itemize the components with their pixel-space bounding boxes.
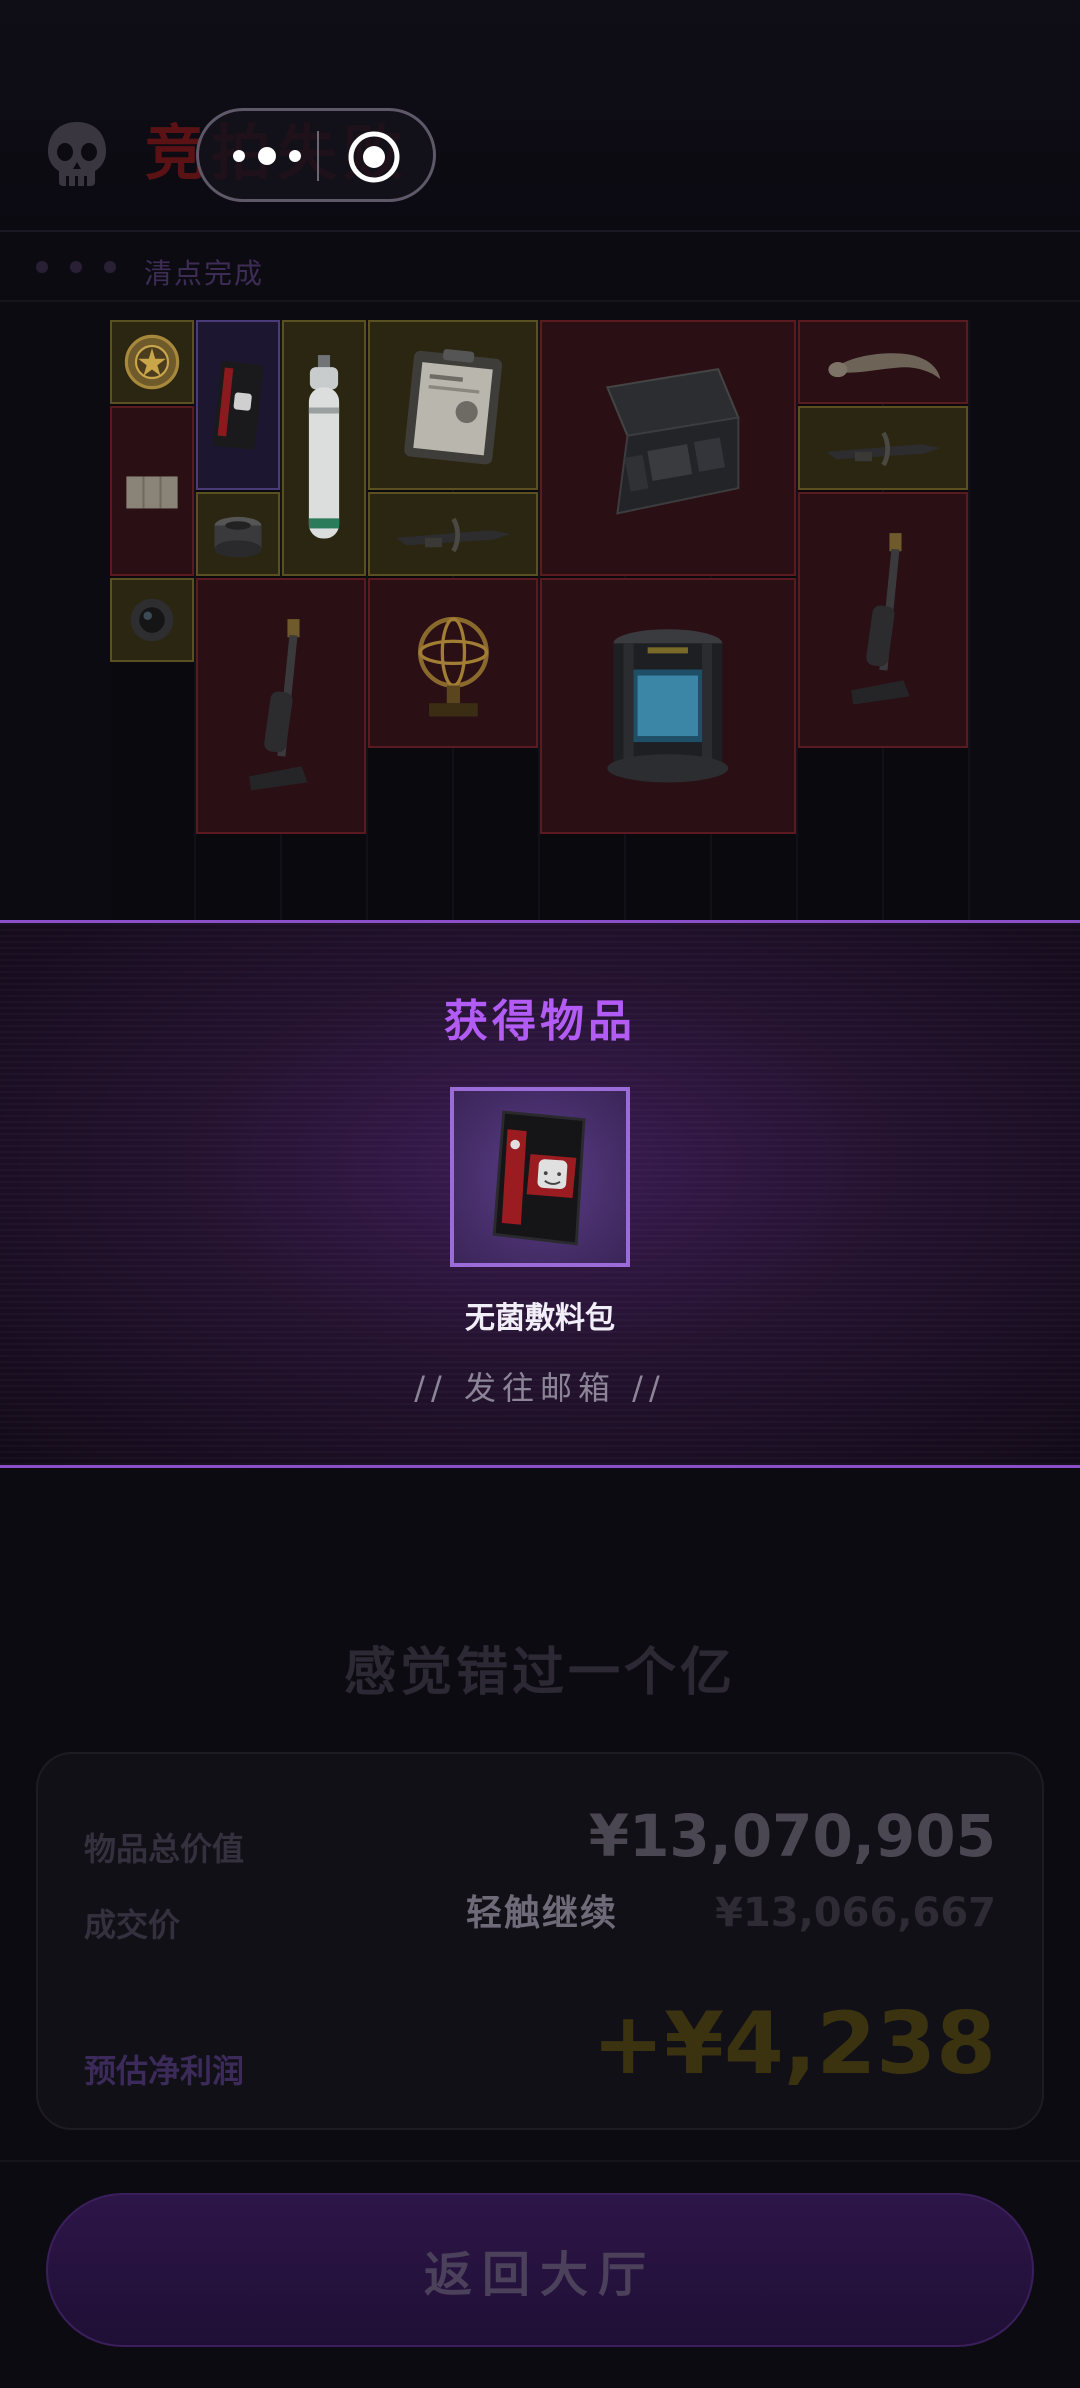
bottom-divider [0, 2160, 1080, 2162]
target-close-icon[interactable] [347, 130, 401, 184]
inventory-item-emblem-medal[interactable] [110, 320, 194, 404]
header-bar: 竞拍失败 [0, 0, 1080, 230]
inventory-item-crossbow[interactable] [798, 406, 968, 490]
inventory-item-crossbow[interactable] [368, 492, 538, 576]
more-dots-icon[interactable] [231, 144, 303, 168]
clipboard-icon [403, 348, 502, 464]
armillary-sphere-icon [417, 616, 489, 717]
back-to-lobby-button[interactable]: 返回大厅 [46, 2193, 1034, 2347]
deal-price: ¥13,066,667 [715, 1890, 996, 1936]
progress-text: 清点完成 [144, 257, 265, 290]
mini-program-capsule[interactable] [196, 108, 436, 202]
inventory-item-paper-map[interactable] [110, 406, 194, 576]
dressing-pack-icon [212, 360, 264, 450]
progress-dot [36, 261, 48, 273]
settlement-card[interactable]: 物品总价值 ¥13,070,905 成交价 轻触继续 ¥13,066,667 预… [36, 1752, 1044, 2130]
progress-dot [104, 261, 116, 273]
inventory-item-fossil-claw[interactable] [798, 320, 968, 404]
inventory-item-vacuum-cleaner[interactable] [798, 492, 968, 748]
fossil-claw-icon [827, 353, 940, 380]
vacuum-cleaner-icon [248, 619, 308, 791]
send-to-mailbox-text: // 发往邮箱 // [414, 1369, 666, 1407]
skull-icon [48, 122, 106, 186]
medal-icon [124, 334, 180, 390]
obtained-item-name: 无菌敷料包 [465, 1301, 615, 1336]
obtained-item-frame[interactable] [450, 1087, 630, 1267]
inventory-item-gas-mask-filter[interactable] [196, 492, 280, 576]
total-value-label: 物品总价值 [84, 1830, 245, 1868]
inventory-item-oxygen-tank[interactable] [282, 320, 366, 576]
header-divider [0, 230, 1080, 232]
progress-dot [70, 261, 82, 273]
oxygen-tank-icon [308, 355, 340, 539]
vacuum-cleaner-icon [850, 533, 910, 705]
equipment-case-icon [606, 368, 740, 515]
profit-label: 预估净利润 [84, 2052, 245, 2090]
crossbow-icon [396, 517, 510, 553]
inventory-item-armillary-sphere[interactable] [368, 578, 538, 748]
reactor-core-icon [607, 629, 729, 783]
inventory-grid [110, 320, 970, 920]
inventory-item-vacuum-cleaner[interactable] [196, 578, 366, 834]
inventory-item-camera-lens[interactable] [110, 578, 194, 662]
paper-map-icon [126, 476, 178, 509]
capsule-divider [317, 131, 319, 181]
dressing-pack-icon [492, 1110, 586, 1246]
inventory-item-equipment-case[interactable] [540, 320, 796, 576]
progress-divider [0, 300, 1080, 302]
gas-mask-filter-icon [214, 516, 262, 558]
result-slogan: 感觉错过一个亿 [343, 1643, 736, 1703]
profit-value: +¥4,238 [592, 1994, 996, 2094]
total-value: ¥13,070,905 [588, 1802, 996, 1870]
camera-lens-icon [130, 598, 174, 642]
crossbow-icon [826, 431, 940, 467]
inventory-item-reactor-core[interactable] [540, 578, 796, 834]
inventory-item-document-clipboard[interactable] [368, 320, 538, 490]
inventory-item-dressing-pack[interactable] [196, 320, 280, 490]
obtained-title: 获得物品 [444, 996, 636, 1047]
obtained-item-panel: 获得物品 无菌敷料包 // 发往邮箱 // [0, 920, 1080, 1468]
